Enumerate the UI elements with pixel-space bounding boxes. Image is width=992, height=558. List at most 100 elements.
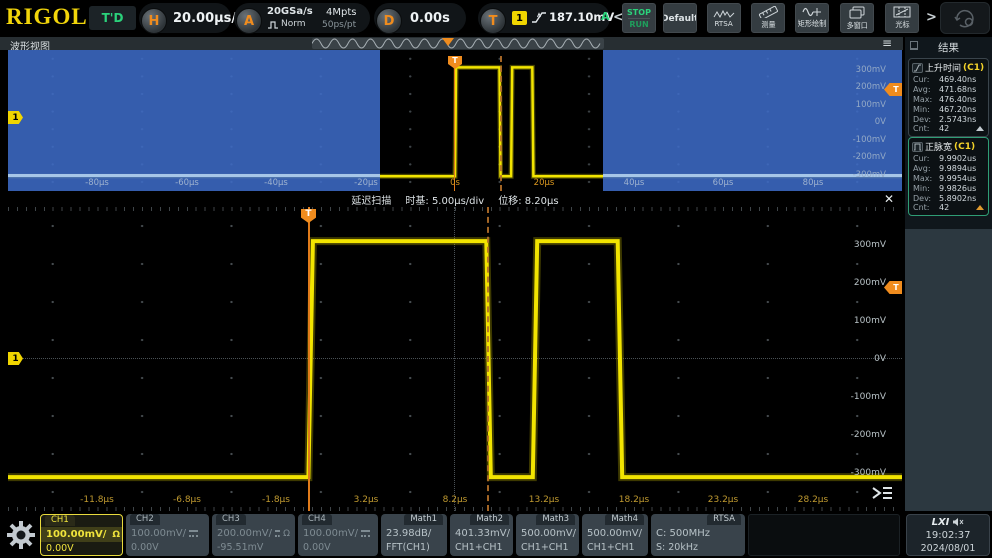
row-value: 467.20ns	[939, 105, 976, 114]
multi-window-label: 多窗口	[846, 20, 867, 30]
gesture-button[interactable]	[940, 2, 990, 34]
math1-block[interactable]: Math1 23.98dB/ FFT(CH1)	[381, 514, 447, 556]
row-value: 9.9954us	[939, 174, 976, 183]
multi-window-button[interactable]: 多窗口	[840, 3, 874, 33]
row-label: Cur:	[913, 154, 939, 163]
volt-label: 300mV	[826, 240, 886, 250]
trigger-source-badge[interactable]: 1	[512, 11, 527, 25]
wave-move-icon	[802, 7, 822, 17]
main-waveform	[8, 207, 902, 511]
time-label: 40μs	[609, 178, 659, 188]
waveform-view-titlebar: 波形视图 ≡	[0, 37, 903, 50]
grid-menu-icon[interactable]	[870, 485, 894, 501]
expand-icon[interactable]	[976, 126, 984, 131]
card-name: 上升时间	[925, 61, 961, 74]
main-waveform-area: T -11.8μs -6.8μs -1.8μs 3.2μs 8.2μs 13.2…	[8, 207, 902, 511]
default-button[interactable]: Default	[663, 3, 697, 33]
cursor-label: 光标	[895, 19, 909, 29]
row-value: 5.8902ns	[939, 194, 976, 203]
acquire-mode: Norm	[281, 19, 306, 29]
channel2-block[interactable]: CH2 100.00mV/ 0.00V	[126, 514, 209, 556]
channel1-block[interactable]: CH1 100.00mV/Ω 0.00V	[40, 514, 123, 556]
expand-icon[interactable]	[976, 205, 984, 210]
measure-cursor-line[interactable]	[500, 56, 502, 191]
volt-label: 0V	[826, 354, 886, 364]
math-scale: 500.00mV/	[582, 526, 648, 541]
trigger-flag: A	[601, 10, 610, 23]
time-label: -11.8μs	[72, 495, 122, 505]
row-value: 9.9902us	[939, 154, 976, 163]
math3-block[interactable]: Math3 500.00mV/ CH1+CH1	[516, 514, 579, 556]
draw-button[interactable]: 矩形绘制	[795, 3, 829, 33]
delay-group: D 0.00s	[374, 3, 466, 33]
row-label: Min:	[913, 184, 939, 193]
run-stop-button[interactable]: STOP RUN	[622, 3, 656, 33]
row-value: 2.5743ns	[939, 115, 976, 124]
acquisition-group: A 20GSa/s Norm 4Mpts 50ps/pt	[234, 3, 370, 33]
shaded-baseline-left	[8, 174, 380, 177]
rtsa-label: RTSA	[715, 19, 733, 28]
trigger-position-marker-icon[interactable]	[442, 38, 454, 46]
trigger-level-label: T	[893, 85, 898, 94]
delay-knob[interactable]: D	[376, 8, 402, 34]
horizontal-scale[interactable]: 20.00μs/	[173, 11, 236, 26]
resolution: 50ps/pt	[322, 20, 356, 30]
card-channel: (C1)	[963, 63, 984, 73]
rise-time-icon	[912, 63, 923, 73]
channel-offset: 0.00V	[303, 542, 331, 553]
measure-cursor-line[interactable]	[487, 207, 489, 511]
delayed-sweep-bar: 延迟扫描 时基: 5.00μs/div 位移: 8.20μs ✕	[8, 191, 902, 207]
channel-scale: 200.00mV/	[217, 528, 272, 539]
system-status-block[interactable]: LXI 19:02:37 2024/08/01	[906, 514, 990, 556]
settings-gear-icon[interactable]	[4, 517, 38, 553]
rtsa-tab: RTSA	[707, 514, 741, 525]
measurement-card-positive-width[interactable]: 正脉宽(C1) Cur:9.9902us Avg:9.9894us Max:9.…	[908, 137, 989, 216]
row-value: 42	[939, 203, 949, 212]
math2-block[interactable]: Math2 401.33mV/ CH1+CH1	[450, 514, 513, 556]
math-tab: Math2	[470, 514, 509, 525]
volt-label: -200mV	[826, 430, 886, 440]
horizontal-knob[interactable]: H	[141, 8, 167, 34]
rtsa-button[interactable]: RTSA	[707, 3, 741, 33]
card-header: 上升时间(C1)	[909, 61, 988, 75]
edge-coupling-icon	[267, 20, 279, 29]
trigger-knob[interactable]: T	[480, 8, 506, 34]
card-channel: (C1)	[954, 142, 975, 152]
row-value: 9.9894us	[939, 164, 976, 173]
volt-label: 300mV	[826, 65, 886, 75]
view-menu-icon[interactable]: ≡	[882, 36, 892, 50]
math4-block[interactable]: Math4 500.00mV/ CH1+CH1	[582, 514, 648, 556]
time-label: 13.2μs	[519, 495, 569, 505]
math-tab: Math1	[404, 514, 443, 525]
time-label: 28.2μs	[788, 495, 838, 505]
acquire-knob[interactable]: A	[236, 8, 262, 34]
volt-label: -100mV	[826, 135, 886, 145]
row-label: Max:	[913, 174, 939, 183]
close-zoom-icon[interactable]: ✕	[884, 192, 894, 206]
acquire-mode-row: Norm	[267, 19, 306, 29]
rtsa-block[interactable]: RTSA C: 500MHz S: 20kHz	[651, 514, 745, 556]
zoom-timebase[interactable]: 时基: 5.00μs/div	[405, 192, 484, 207]
channel3-block[interactable]: CH3 200.00mV/Ω -95.51mV	[212, 514, 295, 556]
lxi-label: LXI	[932, 516, 950, 529]
cursor-button[interactable]: 光标	[885, 3, 919, 33]
math-source: CH1+CH1	[587, 542, 635, 553]
ribbon-sine-pattern	[312, 38, 604, 49]
delay-value[interactable]: 0.00s	[410, 11, 450, 26]
measure-label: 测量	[761, 19, 775, 29]
channel4-block[interactable]: CH4 100.00mV/ 0.00V	[298, 514, 378, 556]
zoom-offset[interactable]: 位移: 8.20μs	[498, 192, 558, 207]
unzoomed-region-left	[8, 50, 380, 191]
measure-button[interactable]: 测量	[751, 3, 785, 33]
row-label: Cnt:	[913, 203, 939, 212]
rtsa-span: S: 20kHz	[656, 542, 698, 553]
time-label: 8.2μs	[430, 495, 480, 505]
stop-label: STOP	[627, 8, 651, 17]
math-source: CH1+CH1	[521, 542, 569, 553]
toolbar-scroll-right-icon[interactable]: >	[926, 10, 937, 25]
measurement-card-rise-time[interactable]: 上升时间(C1) Cur:469.40ns Avg:471.68ns Max:4…	[908, 58, 989, 137]
horizontal-position-ribbon[interactable]	[312, 38, 604, 49]
time-label: 60μs	[698, 178, 748, 188]
row-label: Avg:	[913, 164, 939, 173]
draw-label: 矩形绘制	[798, 18, 827, 28]
